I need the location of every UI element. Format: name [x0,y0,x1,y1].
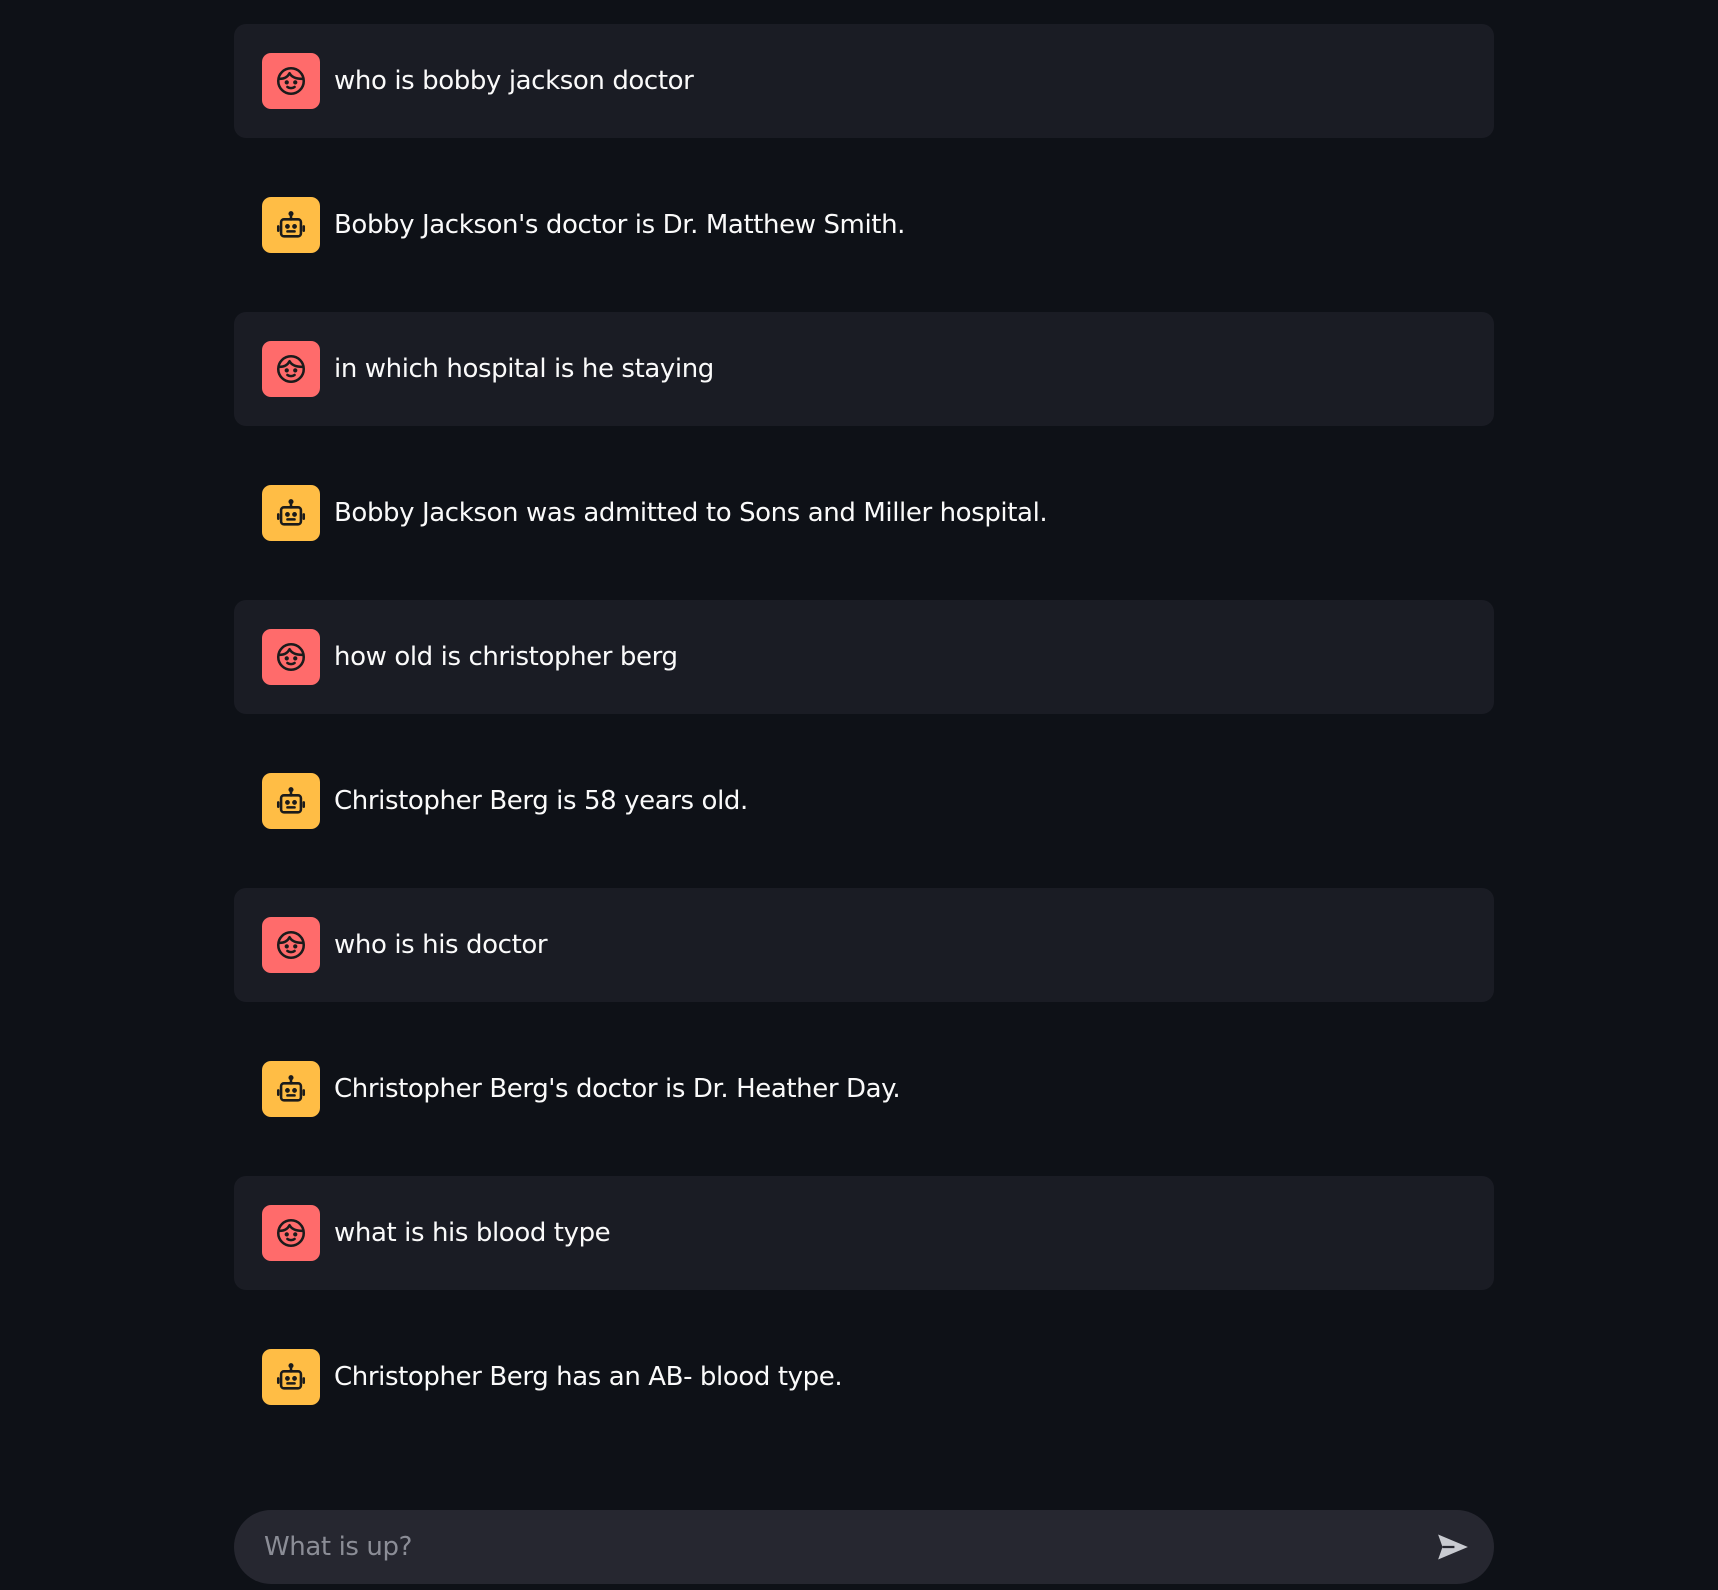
chat-input-bar [234,1510,1494,1584]
message-text: who is his doctor [334,930,548,960]
assistant-avatar [262,1061,320,1117]
assistant-message: Christopher Berg is 58 years old. [234,744,1494,858]
chat-app: who is bobby jackson doctor Bobby Jackso… [0,0,1718,1590]
assistant-message: Bobby Jackson's doctor is Dr. Matthew Sm… [234,168,1494,282]
user-face-icon [276,642,306,672]
user-face-icon [276,66,306,96]
user-message: who is his doctor [234,888,1494,1002]
user-face-icon [276,930,306,960]
user-avatar [262,629,320,685]
message-text: who is bobby jackson doctor [334,66,694,96]
message-text: how old is christopher berg [334,642,678,672]
chat-message-list: who is bobby jackson doctor Bobby Jackso… [234,24,1494,1464]
assistant-avatar [262,197,320,253]
user-avatar [262,917,320,973]
message-text: Christopher Berg is 58 years old. [334,786,748,816]
assistant-avatar [262,1349,320,1405]
robot-icon [276,211,306,238]
robot-icon [276,1075,306,1102]
chat-input[interactable] [264,1510,1414,1584]
message-text: in which hospital is he staying [334,354,714,384]
message-text: what is his blood type [334,1218,611,1248]
assistant-message: Christopher Berg has an AB- blood type. [234,1320,1494,1434]
send-button[interactable] [1430,1524,1476,1570]
user-message: in which hospital is he staying [234,312,1494,426]
user-face-icon [276,1218,306,1248]
message-text: Bobby Jackson's doctor is Dr. Matthew Sm… [334,210,906,240]
user-face-icon [276,354,306,384]
message-text: Christopher Berg has an AB- blood type. [334,1362,843,1392]
assistant-avatar [262,773,320,829]
robot-icon [276,1363,306,1390]
message-text: Bobby Jackson was admitted to Sons and M… [334,498,1048,528]
assistant-avatar [262,485,320,541]
user-message: how old is christopher berg [234,600,1494,714]
message-text: Christopher Berg's doctor is Dr. Heather… [334,1074,901,1104]
user-avatar [262,1205,320,1261]
user-message: who is bobby jackson doctor [234,24,1494,138]
robot-icon [276,787,306,814]
assistant-message: Bobby Jackson was admitted to Sons and M… [234,456,1494,570]
user-avatar [262,341,320,397]
assistant-message: Christopher Berg's doctor is Dr. Heather… [234,1032,1494,1146]
robot-icon [276,499,306,526]
send-icon [1438,1534,1468,1560]
user-avatar [262,53,320,109]
user-message: what is his blood type [234,1176,1494,1290]
